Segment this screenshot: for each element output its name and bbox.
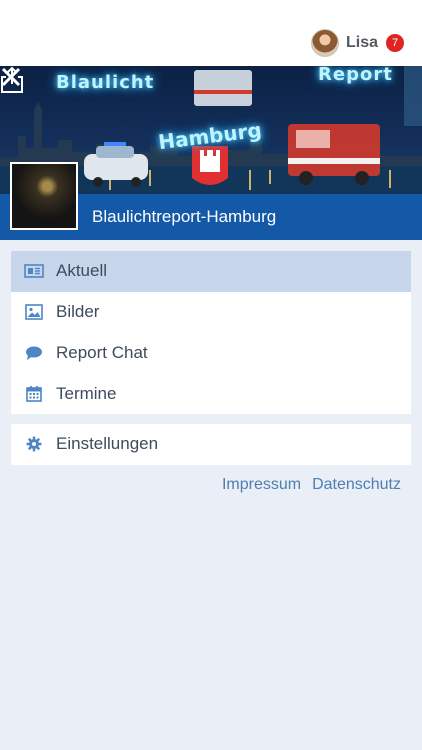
newspaper-icon [24, 261, 44, 281]
impressum-link[interactable]: Impressum [222, 476, 301, 494]
menu-label-aktuell: Aktuell [56, 261, 108, 281]
banner-title-left: Blaulicht [56, 72, 155, 93]
notification-badge[interactable]: 7 [386, 34, 404, 52]
menu-item-report-chat[interactable]: Report Chat [11, 333, 411, 374]
menu-label-report-chat: Report Chat [56, 342, 148, 362]
menu-label-termine: Termine [56, 383, 117, 403]
gear-icon [24, 434, 44, 454]
channel-banner: Blaulicht Report Hamburg Blaulichtreport… [0, 66, 422, 240]
calendar-icon [24, 384, 44, 404]
top-bar: Lisa 7 [0, 0, 422, 66]
banner-title-right: Report [318, 66, 393, 85]
channel-name: Blaulichtreport-Hamburg [92, 207, 277, 226]
menu-item-termine[interactable]: Termine [11, 373, 411, 414]
channel-thumbnail [10, 162, 78, 230]
avatar[interactable] [310, 29, 339, 57]
footer-links: Impressum Datenschutz [222, 476, 401, 494]
menu-item-aktuell[interactable]: Aktuell [11, 251, 411, 292]
datenschutz-link[interactable]: Datenschutz [312, 476, 401, 494]
menu-label-einstellungen: Einstellungen [56, 434, 159, 454]
navigation-menu: Aktuell Bilder Report Chat Termine [11, 251, 411, 414]
menu-item-bilder[interactable]: Bilder [11, 292, 411, 333]
close-icon[interactable] [0, 66, 22, 88]
menu-label-bilder: Bilder [56, 302, 100, 322]
settings-menu: Einstellungen [11, 424, 411, 465]
chat-bubble-icon [24, 343, 44, 363]
user-profile[interactable]: Lisa 7 [310, 28, 404, 58]
user-name[interactable]: Lisa [346, 34, 378, 52]
image-icon [24, 302, 44, 322]
menu-item-einstellungen[interactable]: Einstellungen [11, 424, 411, 465]
